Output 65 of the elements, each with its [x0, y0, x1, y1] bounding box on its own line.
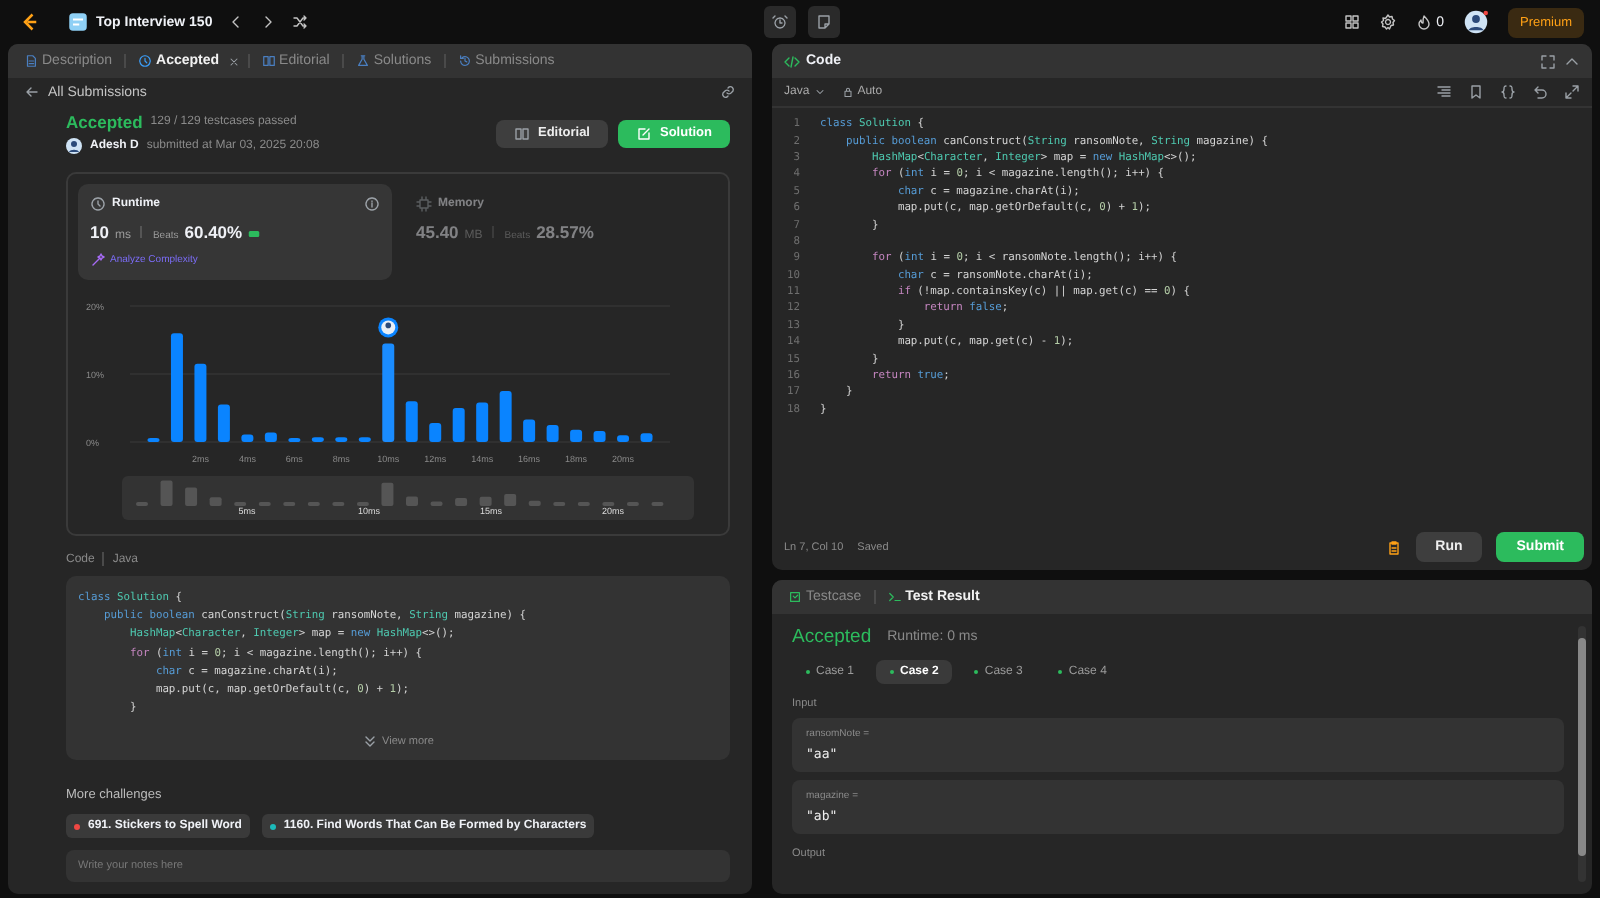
timer-button[interactable] — [764, 6, 796, 38]
link-icon[interactable] — [720, 84, 736, 100]
sparkle-wand-icon — [90, 252, 106, 268]
grid-icon[interactable] — [1344, 14, 1361, 30]
flame-icon[interactable] — [1416, 14, 1433, 30]
bar — [382, 343, 395, 442]
back-arrow-icon — [24, 84, 40, 100]
bookmark-icon[interactable] — [1468, 84, 1484, 100]
book-icon — [513, 125, 530, 141]
logo-icon[interactable] — [20, 12, 40, 32]
bar — [570, 429, 583, 442]
bar — [523, 419, 536, 442]
info-icon[interactable] — [364, 196, 380, 212]
shuffle-icon[interactable] — [292, 14, 309, 30]
format-icon[interactable] — [1436, 84, 1452, 100]
scrollbar[interactable] — [1578, 626, 1586, 882]
user-avatar-icon — [66, 138, 82, 154]
bar — [217, 404, 230, 442]
checkbox-icon — [788, 590, 802, 604]
bar — [170, 333, 183, 442]
beats-value: 60.40% — [184, 222, 243, 242]
note-icon — [816, 14, 832, 30]
document-icon — [24, 54, 38, 68]
history-icon — [457, 54, 472, 68]
undo-icon[interactable] — [1532, 84, 1548, 100]
clipboard-icon[interactable] — [1385, 539, 1402, 555]
bar — [194, 363, 207, 442]
bar — [593, 431, 606, 442]
bar — [617, 435, 630, 442]
bar — [452, 408, 465, 442]
chip-icon — [416, 196, 432, 212]
bar — [546, 425, 559, 442]
beats-value: 28.57% — [536, 222, 594, 242]
chevron-down-icon — [813, 86, 826, 98]
notes-button[interactable] — [808, 6, 840, 38]
code-icon — [784, 53, 800, 69]
flask-icon — [355, 54, 370, 68]
status-text: Accepted — [66, 112, 143, 132]
alarm-clock-icon — [772, 14, 788, 30]
lock-icon — [841, 86, 854, 98]
settings-icon[interactable] — [1380, 14, 1397, 30]
bar — [476, 402, 489, 442]
bar — [640, 433, 653, 442]
chevron-right-icon[interactable] — [260, 14, 277, 30]
avatar-icon[interactable] — [1463, 10, 1488, 34]
expand-icon[interactable] — [1564, 84, 1580, 100]
bar — [405, 401, 418, 442]
double-chevron-down-icon — [362, 734, 379, 751]
chevron-up-icon[interactable] — [1564, 53, 1580, 69]
book-icon — [261, 54, 276, 68]
braces-icon[interactable] — [1500, 84, 1516, 100]
bar — [264, 432, 277, 442]
clock-icon — [90, 196, 106, 212]
stat-value: 10 — [90, 222, 109, 242]
terminal-icon — [887, 590, 902, 604]
fullscreen-icon[interactable] — [1540, 53, 1556, 69]
clock-icon — [138, 54, 153, 68]
edit-icon — [636, 125, 652, 141]
bar — [429, 422, 442, 442]
result-status: Accepted — [792, 626, 872, 648]
stat-value: 45.40 — [416, 222, 459, 242]
badge-icon — [248, 230, 261, 238]
close-icon[interactable] — [227, 55, 240, 67]
list-icon — [68, 12, 88, 32]
bar — [499, 391, 512, 442]
